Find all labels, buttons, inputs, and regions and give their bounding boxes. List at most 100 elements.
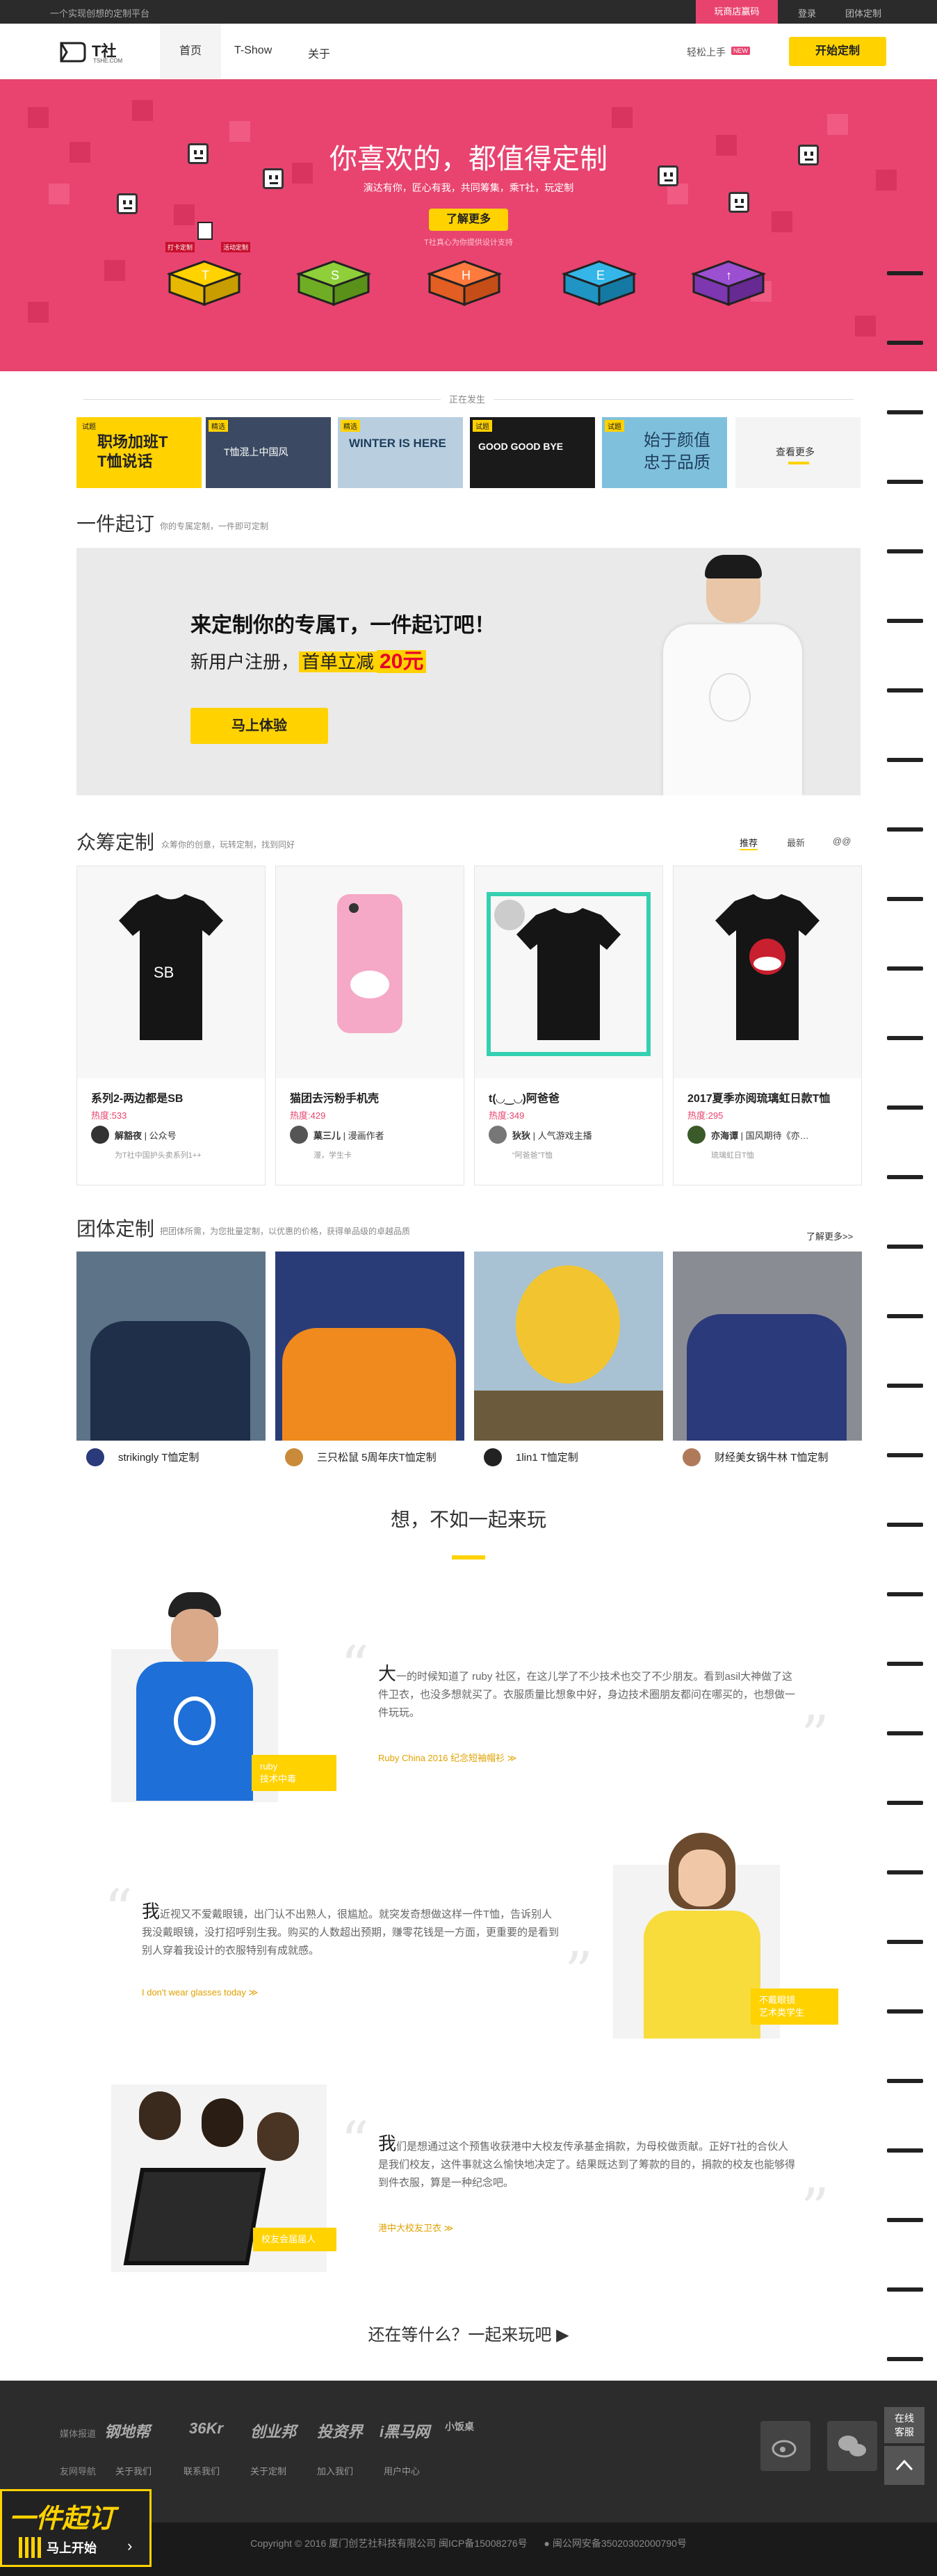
- author-avatar: [489, 1126, 507, 1144]
- team-caption[interactable]: strikingly T恤定制: [118, 1450, 199, 1464]
- story-text: 大一的时候知道了 ruby 社区，在这儿学了不少技术也交了不少朋友。看到asil…: [378, 1663, 796, 1719]
- logo-subtext: TSHE.COM: [93, 58, 123, 64]
- footer-link[interactable]: 关于我们: [115, 2464, 152, 2477]
- view-more-link[interactable]: 查看更多: [776, 445, 815, 459]
- try-now-button[interactable]: 马上体验: [190, 708, 328, 744]
- view-more-card[interactable]: 查看更多: [735, 417, 861, 488]
- nav-home[interactable]: 首页: [160, 24, 221, 79]
- tab-other[interactable]: @@: [833, 836, 851, 846]
- team-custom-link[interactable]: 团体定制: [845, 6, 881, 19]
- author-info: 狄狄 | 人气游戏主播: [512, 1131, 592, 1141]
- item-tag: 试题: [79, 420, 99, 432]
- promo-link[interactable]: 玩商店赢码: [696, 0, 778, 24]
- chevron-right-icon: ›: [127, 2537, 133, 2554]
- team-photo[interactable]: [275, 1251, 464, 1441]
- product-heat: 热度:533: [91, 1110, 127, 1121]
- online-service-button[interactable]: 在线 客服: [884, 2407, 924, 2443]
- shirt-letter: S: [331, 268, 339, 282]
- shirt-tile-icon[interactable]: T: [167, 259, 242, 307]
- product-card[interactable]: 2017夏季亦阅琉璃虹日款T恤 热度:295 亦海谭 | 国风期待《亦… 琉璃虹…: [673, 866, 862, 1185]
- shirt-tile-icon[interactable]: S: [296, 259, 371, 307]
- author-info: 菓三儿 | 漫画作者: [313, 1131, 384, 1141]
- cta-link[interactable]: 还在等什么？一起来玩吧 ▶: [0, 2321, 937, 2345]
- model-photo: [646, 548, 813, 795]
- shirt-letter: E: [596, 268, 605, 282]
- police-record[interactable]: 闽公网安备35020302000790号: [553, 2538, 687, 2549]
- story-link[interactable]: Ruby China 2016 纪念短袖帽衫 ≫: [378, 1751, 516, 1764]
- story-photo: [132, 1592, 257, 1801]
- product-name: 2017夏季亦阅琉璃虹日款T恤: [687, 1093, 831, 1105]
- shirt-tile-icon[interactable]: ↑: [691, 259, 766, 307]
- banner-headline: 来定制你的专属T，一件起订吧！: [190, 614, 496, 637]
- team-logo: [484, 1448, 502, 1466]
- happening-item[interactable]: 试题 始于颜值 忠于品质: [602, 417, 727, 488]
- back-to-top-button[interactable]: [884, 2446, 924, 2485]
- partner-logo[interactable]: 小饭桌: [445, 2420, 474, 2440]
- team-more-link[interactable]: 了解更多>>: [806, 1229, 853, 1242]
- getting-started-link[interactable]: 轻松上手: [687, 45, 726, 59]
- hero-subtitle: 演达有你，匠心有我，共同筹集，乘T社，玩定制: [363, 182, 574, 193]
- product-image: [276, 866, 464, 1078]
- banner-offer: 新用户注册， 首单立减 20元: [190, 644, 427, 674]
- site-slogan: 一个实现创想的定制平台: [50, 8, 150, 19]
- partner-logo[interactable]: 创业邦: [250, 2420, 296, 2440]
- start-custom-button[interactable]: 开始定制: [789, 37, 886, 66]
- happening-item[interactable]: 精选 T恤混上中国风: [206, 417, 331, 488]
- partner-logo[interactable]: 36Kr: [189, 2420, 223, 2440]
- hero-small-text: T社真心为你提供设计支持: [424, 238, 513, 247]
- team-caption[interactable]: 三只松鼠 5周年庆T恤定制: [317, 1450, 437, 1464]
- item-title: WINTER IS HERE: [349, 437, 446, 450]
- happening-label: 正在发生: [441, 392, 494, 405]
- team-caption[interactable]: 财经美女锅牛林 T恤定制: [715, 1450, 828, 1464]
- team-photo[interactable]: [673, 1251, 862, 1441]
- links-label: 友网导航: [60, 2466, 97, 2477]
- crowd-title: 众筹定制: [76, 832, 155, 853]
- wechat-icon[interactable]: [827, 2421, 877, 2471]
- happening-item[interactable]: 精选 WINTER IS HERE: [338, 417, 463, 488]
- story-link[interactable]: I don't wear glasses today ≫: [142, 1987, 258, 1998]
- team-caption[interactable]: 1lin1 T恤定制: [516, 1450, 578, 1464]
- team-photo[interactable]: [76, 1251, 266, 1441]
- shirt-tile-icon[interactable]: E: [562, 259, 637, 307]
- happening-item[interactable]: 试题 GOOD GOOD BYE: [470, 417, 595, 488]
- one-piece-banner[interactable]: 来定制你的专属T，一件起订吧！ 新用户注册， 首单立减 20元 马上体验: [76, 548, 861, 795]
- product-image: SB: [77, 866, 265, 1078]
- happening-item[interactable]: 试题 职场加班T T恤说话: [76, 417, 202, 488]
- shirt-tile-icon[interactable]: H: [427, 259, 502, 307]
- promo-start: 马上开始: [47, 2541, 97, 2555]
- product-card[interactable]: t(◡‿◡)阿爸爸 热度:349 狄狄 | 人气游戏主播 “阿爸爸”T恤: [474, 866, 663, 1185]
- footer-link[interactable]: 用户中心: [384, 2464, 420, 2477]
- close-quote-icon: ”: [801, 1703, 829, 1768]
- shirt-letter: H: [462, 268, 471, 282]
- product-name: 猫团去污粉手机壳: [290, 1093, 380, 1105]
- author-avatar: [290, 1126, 308, 1144]
- site-logo[interactable]: T社 TSHE.COM: [58, 39, 135, 65]
- footer-link[interactable]: 关于定制: [250, 2464, 286, 2477]
- product-card[interactable]: 猫团去污粉手机壳 热度:429 菓三儿 | 漫画作者 漫，学生卡: [275, 866, 464, 1185]
- item-tag: 试题: [473, 420, 492, 432]
- product-name: t(◡‿◡)阿爸爸: [489, 1093, 560, 1105]
- chevron-up-icon: [895, 2459, 913, 2471]
- product-image: [475, 866, 662, 1078]
- pixel-face-icon: [117, 193, 138, 214]
- team-photo[interactable]: [474, 1251, 663, 1441]
- footer-link[interactable]: 联系我们: [184, 2464, 220, 2477]
- product-heat: 热度:349: [489, 1110, 525, 1121]
- product-card[interactable]: SB 系列2-两边都是SB 热度:533 解豁夜 | 公众号 为T社中国护头卖系…: [76, 866, 266, 1185]
- team-logo: [86, 1448, 104, 1466]
- tab-latest[interactable]: 最新: [787, 836, 805, 849]
- learn-more-button[interactable]: 了解更多: [429, 209, 508, 231]
- partner-logo[interactable]: i黑马网: [380, 2420, 430, 2440]
- weibo-icon[interactable]: [760, 2421, 810, 2471]
- product-heat: 热度:295: [687, 1110, 724, 1121]
- partner-logo[interactable]: 投资界: [317, 2420, 363, 2440]
- copyright-text: Copyright © 2016 厦门创艺社科技有限公司 闽ICP备150082…: [250, 2538, 528, 2549]
- floating-promo[interactable]: 一件起订 马上开始 ›: [0, 2489, 152, 2567]
- login-link[interactable]: 登录: [798, 6, 816, 19]
- product-name: 系列2-两边都是SB: [91, 1093, 184, 1105]
- footer-link[interactable]: 加入我们: [317, 2464, 353, 2477]
- story-link[interactable]: 港中大校友卫衣 ≫: [378, 2221, 453, 2234]
- partner-logo[interactable]: 钢地帮: [104, 2420, 150, 2440]
- product-desc: 漫，学生卡: [313, 1151, 352, 1160]
- tab-recommend[interactable]: 推荐: [740, 836, 758, 850]
